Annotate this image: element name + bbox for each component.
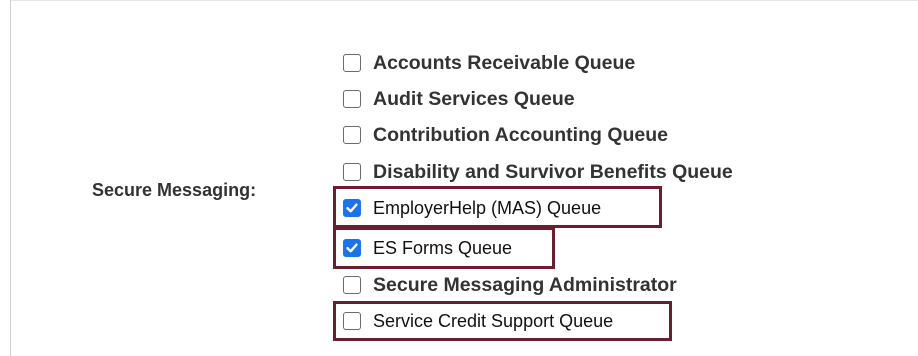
secure-messaging-administrator-checkbox[interactable] bbox=[343, 276, 361, 294]
service-credit-support-queue-label: Service Credit Support Queue bbox=[373, 310, 614, 331]
option-secure-messaging-administrator[interactable]: Secure Messaging Administrator bbox=[343, 270, 677, 300]
employerhelp-mas-queue-label: EmployerHelp (MAS) Queue bbox=[373, 197, 602, 218]
es-forms-queue-label: ES Forms Queue bbox=[373, 237, 513, 258]
panel-top-border bbox=[10, 0, 918, 1]
option-contribution-accounting-queue[interactable]: Contribution Accounting Queue bbox=[343, 120, 668, 150]
es-forms-queue-checkbox[interactable] bbox=[343, 239, 361, 257]
checkmark-icon bbox=[346, 243, 358, 253]
disability-survivor-benefits-queue-checkbox[interactable] bbox=[343, 163, 361, 181]
option-es-forms-queue[interactable]: ES Forms Queue bbox=[343, 233, 512, 263]
disability-survivor-benefits-queue-label: Disability and Survivor Benefits Queue bbox=[373, 160, 733, 183]
option-service-credit-support-queue[interactable]: Service Credit Support Queue bbox=[343, 306, 613, 336]
checkmark-icon bbox=[346, 203, 358, 213]
audit-services-queue-label: Audit Services Queue bbox=[373, 87, 575, 110]
option-audit-services-queue[interactable]: Audit Services Queue bbox=[343, 84, 575, 114]
contribution-accounting-queue-label: Contribution Accounting Queue bbox=[373, 123, 668, 146]
option-employerhelp-mas-queue[interactable]: EmployerHelp (MAS) Queue bbox=[343, 193, 601, 223]
employerhelp-mas-queue-checkbox[interactable] bbox=[343, 199, 361, 217]
secure-messaging-label: Secure Messaging: bbox=[92, 180, 257, 200]
secure-messaging-administrator-label: Secure Messaging Administrator bbox=[373, 273, 677, 296]
contribution-accounting-queue-checkbox[interactable] bbox=[343, 126, 361, 144]
audit-services-queue-checkbox[interactable] bbox=[343, 90, 361, 108]
option-disability-survivor-benefits-queue[interactable]: Disability and Survivor Benefits Queue bbox=[343, 157, 733, 187]
accounts-receivable-queue-label: Accounts Receivable Queue bbox=[373, 51, 636, 74]
option-accounts-receivable-queue[interactable]: Accounts Receivable Queue bbox=[343, 48, 635, 78]
accounts-receivable-queue-checkbox[interactable] bbox=[343, 54, 361, 72]
service-credit-support-queue-checkbox[interactable] bbox=[343, 312, 361, 330]
panel-left-border bbox=[10, 0, 11, 356]
